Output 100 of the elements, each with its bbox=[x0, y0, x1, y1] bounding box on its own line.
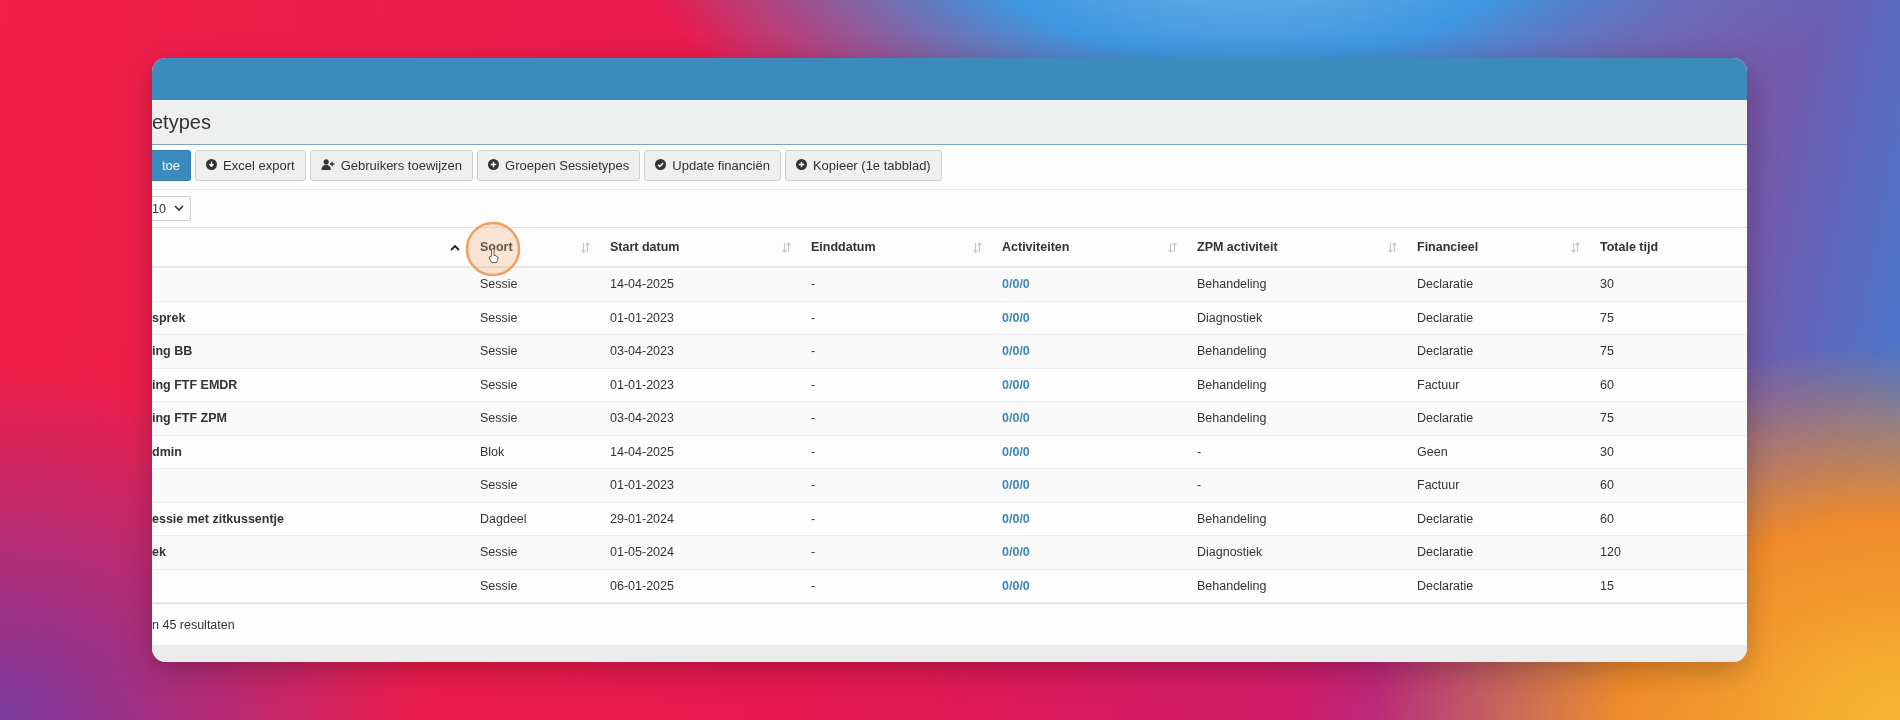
table-cell: Sessie bbox=[480, 578, 518, 593]
table-cell: 60 bbox=[1600, 478, 1614, 493]
table-cell: Declaratie bbox=[1417, 411, 1474, 426]
table-cell: 01-01-2023 bbox=[610, 310, 674, 325]
table-cell: - bbox=[1197, 444, 1202, 459]
table-cell: - bbox=[811, 411, 816, 426]
plus-circle-icon bbox=[795, 159, 807, 170]
click-highlight-icon bbox=[465, 221, 521, 277]
toolbar-button[interactable]: Gebruikers toewijzen bbox=[309, 150, 473, 181]
sort-icon[interactable] bbox=[1571, 241, 1580, 253]
table-cell: - bbox=[811, 277, 816, 292]
table-cell: - bbox=[811, 344, 816, 359]
table-cell: 60 bbox=[1600, 377, 1614, 392]
activities-link[interactable]: 0/0/0 bbox=[1002, 277, 1030, 292]
table-cell: - bbox=[811, 545, 816, 560]
table-cell: Sessie bbox=[480, 545, 518, 560]
table-cell: 01-01-2023 bbox=[610, 377, 674, 392]
column-header[interactable]: ZPM activiteit bbox=[1197, 240, 1278, 254]
activities-link[interactable]: 0/0/0 bbox=[1002, 578, 1030, 593]
table-cell: Geen bbox=[1417, 444, 1448, 459]
table-cell: Declaratie bbox=[1417, 545, 1474, 560]
table-cell: Declaratie bbox=[1417, 578, 1474, 593]
table-cell: 29-01-2024 bbox=[610, 511, 674, 526]
name-cell: ing FTF ZPM bbox=[152, 411, 227, 426]
table-cell: 03-04-2023 bbox=[610, 344, 674, 359]
column-header[interactable]: Soort bbox=[480, 240, 513, 254]
sort-icon[interactable] bbox=[581, 241, 590, 253]
chevron-down-icon bbox=[173, 205, 184, 212]
table-cell: Declaratie bbox=[1417, 310, 1474, 325]
toolbar-button[interactable]: Update financiën bbox=[644, 150, 781, 181]
activities-link[interactable]: 0/0/0 bbox=[1002, 344, 1030, 359]
column-header[interactable]: Einddatum bbox=[811, 240, 876, 254]
table-cell: 03-04-2023 bbox=[610, 411, 674, 426]
sort-icon[interactable] bbox=[1388, 241, 1397, 253]
table-cell: Factuur bbox=[1417, 377, 1460, 392]
table-cell: 15 bbox=[1600, 578, 1614, 593]
table-cell: Sessie bbox=[480, 478, 518, 493]
table-cell: Diagnostiek bbox=[1197, 545, 1263, 560]
table-cell: Factuur bbox=[1417, 478, 1460, 493]
activities-link[interactable]: 0/0/0 bbox=[1002, 411, 1030, 426]
table-cell: Behandeling bbox=[1197, 578, 1267, 593]
table-cell: Declaratie bbox=[1417, 511, 1474, 526]
column-header[interactable]: Totale tijd bbox=[1600, 240, 1659, 254]
activities-link[interactable]: 0/0/0 bbox=[1002, 478, 1030, 493]
activities-link[interactable]: 0/0/0 bbox=[1002, 310, 1030, 325]
table-cell: - bbox=[1197, 478, 1202, 493]
table-cell: 01-05-2024 bbox=[610, 545, 674, 560]
column-header[interactable]: Financieel bbox=[1417, 240, 1479, 254]
name-cell: ing FTF EMDR bbox=[152, 377, 238, 392]
table-cell: 01-01-2023 bbox=[610, 478, 674, 493]
table-cell: Behandeling bbox=[1197, 344, 1267, 359]
table-cell: - bbox=[811, 578, 816, 593]
name-cell: ing BB bbox=[152, 344, 193, 359]
table-cell: Behandeling bbox=[1197, 377, 1267, 392]
column-header[interactable]: Start datum bbox=[610, 240, 680, 254]
table-cell: 14-04-2025 bbox=[610, 444, 674, 459]
table-cell: Sessie bbox=[480, 411, 518, 426]
check-circle-icon bbox=[655, 159, 667, 170]
sort-ascending-icon[interactable] bbox=[450, 243, 460, 251]
table-cell: - bbox=[811, 444, 816, 459]
plus-circle-icon bbox=[488, 159, 499, 170]
table-cell: - bbox=[811, 478, 816, 493]
table-cell: Behandeling bbox=[1197, 411, 1267, 426]
table-cell: - bbox=[811, 377, 816, 392]
name-cell: dmin bbox=[152, 444, 182, 459]
table-cell: - bbox=[811, 310, 816, 325]
table-cell: 75 bbox=[1600, 310, 1614, 325]
toolbar-button[interactable]: Groepen Sessietypes bbox=[477, 150, 641, 181]
table-cell: Sessie bbox=[480, 310, 518, 325]
table-cell: 30 bbox=[1600, 277, 1614, 292]
table-cell: Sessie bbox=[480, 377, 518, 392]
results-summary: n 45 resultaten bbox=[152, 617, 235, 632]
toolbar-button[interactable]: Excel export bbox=[195, 150, 306, 181]
table-cell: Behandeling bbox=[1197, 511, 1267, 526]
page-size-select[interactable]: 10 bbox=[152, 196, 191, 221]
activities-link[interactable]: 0/0/0 bbox=[1002, 545, 1030, 560]
table-cell: 60 bbox=[1600, 511, 1614, 526]
sort-icon[interactable] bbox=[973, 241, 982, 253]
download-circle-icon bbox=[206, 159, 218, 170]
activities-link[interactable]: 0/0/0 bbox=[1002, 444, 1030, 459]
activities-link[interactable]: 0/0/0 bbox=[1002, 511, 1030, 526]
table-cell: 30 bbox=[1600, 444, 1614, 459]
table-cell: Declaratie bbox=[1417, 344, 1474, 359]
table-cell: Blok bbox=[480, 444, 505, 459]
activities-link[interactable]: 0/0/0 bbox=[1002, 377, 1030, 392]
column-header[interactable]: Activiteiten bbox=[1002, 240, 1070, 254]
table-cell: 75 bbox=[1600, 344, 1614, 359]
name-cell: essie met zitkussentje bbox=[152, 511, 284, 526]
table-cell: Sessie bbox=[480, 344, 518, 359]
table-cell: 75 bbox=[1600, 411, 1614, 426]
name-cell: sprek bbox=[152, 310, 186, 325]
table-cell: Dagdeel bbox=[480, 511, 527, 526]
table-cell: Behandeling bbox=[1197, 277, 1267, 292]
toolbar-button[interactable]: Kopieer (1e tabblad) bbox=[784, 150, 942, 181]
add-button[interactable]: toe bbox=[152, 150, 192, 181]
sort-icon[interactable] bbox=[782, 241, 791, 253]
user-plus-icon bbox=[320, 159, 335, 170]
sort-icon[interactable] bbox=[1168, 241, 1177, 253]
table-cell: - bbox=[811, 511, 816, 526]
table-cell: 06-01-2025 bbox=[610, 578, 674, 593]
